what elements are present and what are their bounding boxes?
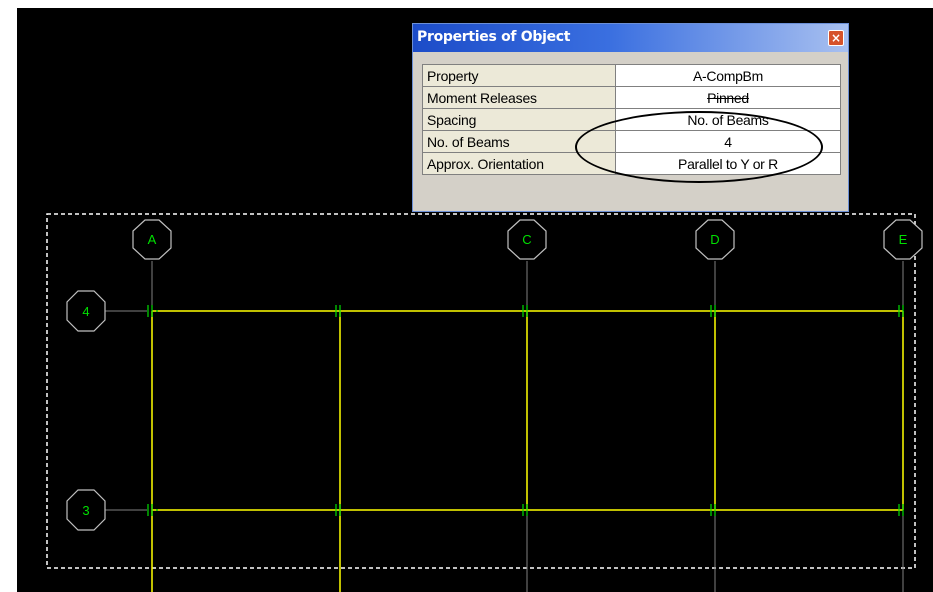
release-markers <box>147 305 904 516</box>
grid-bubble-4[interactable]: 4 <box>66 290 106 332</box>
title-bar[interactable]: Properties of Object × <box>413 24 848 52</box>
grid-label-a: A <box>148 232 157 247</box>
property-value[interactable]: A-CompBm <box>615 64 841 87</box>
property-name: Property <box>422 64 616 87</box>
property-name: Spacing <box>422 108 616 131</box>
grid-label-3: 3 <box>82 503 89 518</box>
highlight-ellipse <box>575 111 823 183</box>
window-title: Properties of Object <box>417 29 571 45</box>
grid-label-e: E <box>899 232 908 247</box>
table-row[interactable]: Moment Releases Pinned <box>422 86 841 109</box>
grid-bubble-e[interactable]: E <box>883 219 923 260</box>
grid-bubble-a[interactable]: A <box>132 219 172 260</box>
grid-bubble-3[interactable]: 3 <box>66 489 106 531</box>
property-value[interactable]: Pinned <box>615 86 841 109</box>
grid-label-4: 4 <box>82 304 89 319</box>
grid-bubble-c[interactable]: C <box>507 219 547 260</box>
selection-box <box>46 213 916 569</box>
close-icon[interactable]: × <box>828 30 844 46</box>
grid-label-d: D <box>710 232 719 247</box>
grid-bubble-d[interactable]: D <box>695 219 735 260</box>
grid-label-c: C <box>522 232 531 247</box>
grid-row-lines <box>104 310 147 511</box>
table-row[interactable]: Property A-CompBm <box>422 64 841 87</box>
property-name: Moment Releases <box>422 86 616 109</box>
